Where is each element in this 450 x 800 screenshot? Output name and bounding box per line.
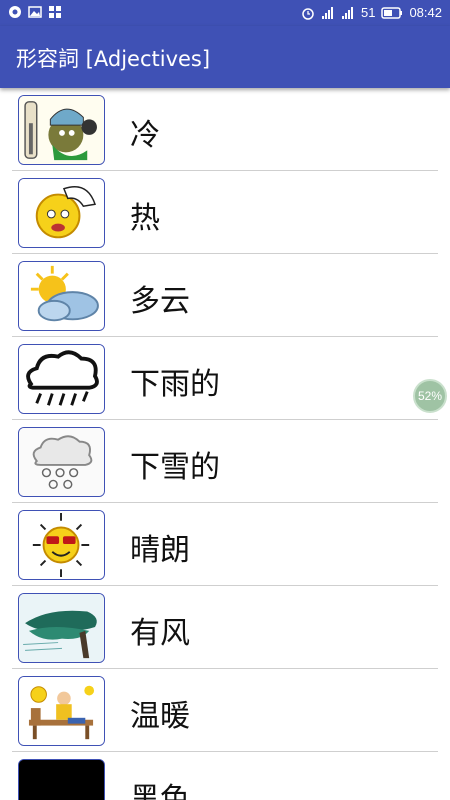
cold-thermometer-icon — [18, 95, 105, 165]
snow-cloud-icon — [18, 427, 105, 497]
list-item-label: 热 — [130, 201, 160, 236]
chrome-icon — [8, 5, 22, 19]
sunny-sunglasses-icon — [18, 510, 105, 580]
list-item[interactable]: 多云 — [12, 254, 438, 337]
list-item-label: 下雪的 — [130, 450, 220, 485]
grid-icon — [48, 5, 62, 19]
rain-cloud-icon — [18, 344, 105, 414]
hot-sun-face-icon — [18, 178, 105, 248]
cloudy-icon — [18, 261, 105, 331]
list-item[interactable]: 热 — [12, 171, 438, 254]
list-item-label: 冷 — [130, 118, 160, 153]
list-item[interactable]: 冷 — [12, 88, 438, 171]
status-icons-left — [8, 5, 62, 19]
scroll-progress-badge[interactable]: 52% — [413, 379, 447, 413]
status-bar: 51 08:42 — [0, 0, 450, 26]
alarm-icon — [301, 6, 315, 20]
image-icon — [28, 5, 42, 19]
list-item-label: 温暖 — [130, 699, 190, 734]
black-swatch-icon — [18, 759, 105, 800]
battery-percent: 51 — [360, 5, 376, 20]
list-item[interactable]: 温暖 — [12, 669, 438, 752]
warm-bench-icon — [18, 676, 105, 746]
app-bar: 形容詞 [Adjectives] — [0, 26, 450, 88]
list-item[interactable]: 晴朗 — [12, 503, 438, 586]
list-item-label: 黑色 — [130, 782, 190, 800]
list-item-label: 晴朗 — [130, 533, 190, 568]
status-icons-right: 51 08:42 — [301, 5, 442, 20]
list-item[interactable]: 下雪的 — [12, 420, 438, 503]
signal-icon — [321, 6, 335, 20]
list-item[interactable]: 有风 — [12, 586, 438, 669]
battery-icon — [381, 6, 403, 20]
adjective-list[interactable]: 冷 热 多云 下雨的 下雪的 晴朗 有风 温暖 黑色 — [0, 88, 450, 800]
windy-tree-icon — [18, 593, 105, 663]
page-title: 形容詞 [Adjectives] — [16, 47, 211, 71]
status-time: 08:42 — [409, 5, 442, 20]
list-item-label: 有风 — [130, 616, 190, 651]
list-item-label: 下雨的 — [130, 367, 220, 402]
list-item[interactable]: 下雨的 — [12, 337, 438, 420]
list-item-label: 多云 — [130, 284, 190, 319]
signal-icon — [341, 6, 355, 20]
list-item[interactable]: 黑色 — [12, 752, 438, 800]
